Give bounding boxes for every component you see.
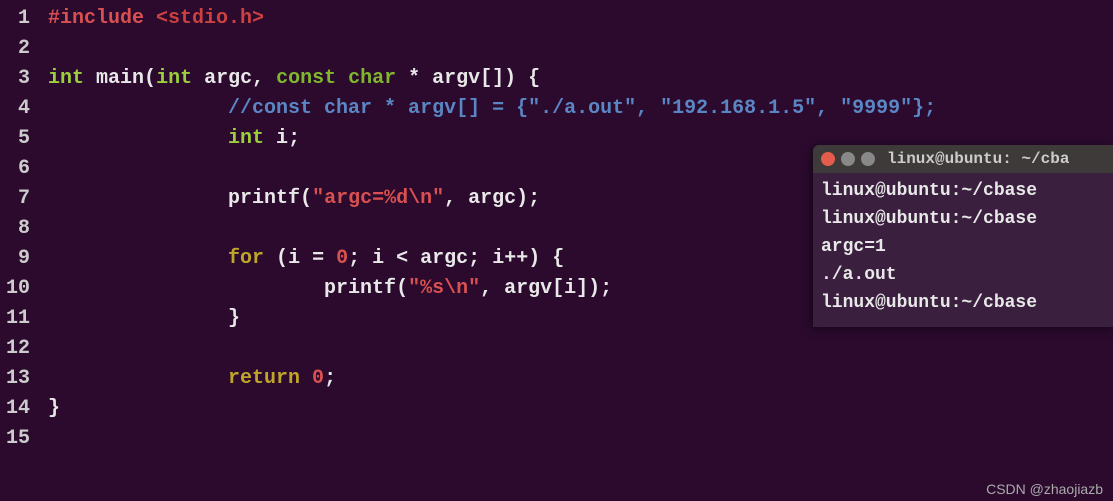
line-number: 14 [0, 394, 36, 424]
code-line: 14 } [0, 394, 1113, 424]
line-number: 12 [0, 334, 36, 364]
terminal-title: linux@ubuntu: ~/cba [887, 150, 1069, 168]
line-number: 15 [0, 424, 36, 454]
terminal-line: linux@ubuntu:~/cbase [821, 289, 1105, 317]
terminal-line: linux@ubuntu:~/cbase [821, 177, 1105, 205]
maximize-icon[interactable] [861, 152, 875, 166]
minimize-icon[interactable] [841, 152, 855, 166]
code-line: 4 //const char * argv[] = {"./a.out", "1… [0, 94, 1113, 124]
line-number: 1 [0, 4, 36, 34]
line-number: 3 [0, 64, 36, 94]
line-number: 13 [0, 364, 36, 394]
terminal-body[interactable]: linux@ubuntu:~/cbase linux@ubuntu:~/cbas… [813, 173, 1113, 327]
code-line: 2 [0, 34, 1113, 64]
line-number: 7 [0, 184, 36, 214]
line-number: 8 [0, 214, 36, 244]
code-line: 15 [0, 424, 1113, 454]
code-line: 13 return 0; [0, 364, 1113, 394]
line-number: 9 [0, 244, 36, 274]
code-line: 1 #include <stdio.h> [0, 4, 1113, 34]
terminal-line: argc=1 [821, 233, 1105, 261]
line-number: 2 [0, 34, 36, 64]
line-number: 6 [0, 154, 36, 184]
terminal-line: ./a.out [821, 261, 1105, 289]
line-number: 11 [0, 304, 36, 334]
terminal-line: linux@ubuntu:~/cbase [821, 205, 1105, 233]
code-line: 12 [0, 334, 1113, 364]
line-number: 10 [0, 274, 36, 304]
watermark: CSDN @zhaojiazb [986, 481, 1103, 497]
close-icon[interactable] [821, 152, 835, 166]
line-number: 4 [0, 94, 36, 124]
terminal-window[interactable]: linux@ubuntu: ~/cba linux@ubuntu:~/cbase… [813, 145, 1113, 327]
terminal-titlebar[interactable]: linux@ubuntu: ~/cba [813, 145, 1113, 173]
line-number: 5 [0, 124, 36, 154]
code-line: 3 int main(int argc, const char * argv[]… [0, 64, 1113, 94]
